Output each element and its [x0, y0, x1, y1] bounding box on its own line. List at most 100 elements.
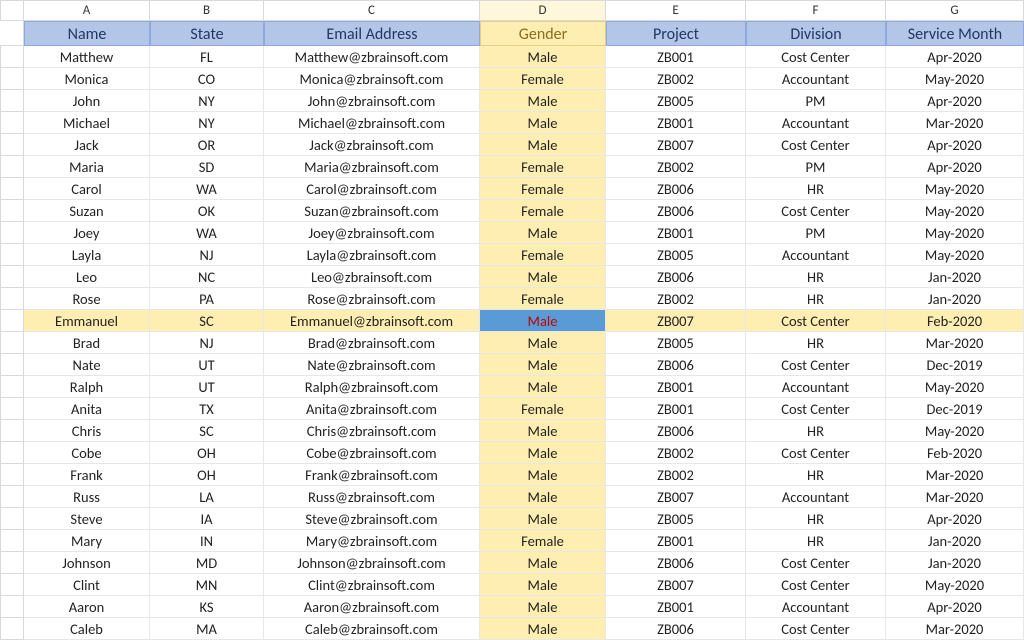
- cell-project[interactable]: ZB002: [606, 156, 746, 178]
- cell-project[interactable]: ZB001: [606, 596, 746, 618]
- cell-name[interactable]: Suzan: [24, 200, 150, 222]
- cell-division[interactable]: HR: [746, 288, 886, 310]
- cell-gender[interactable]: Male: [480, 134, 606, 156]
- cell-state[interactable]: NY: [150, 112, 264, 134]
- cell-name[interactable]: Caleb: [24, 618, 150, 640]
- cell-state[interactable]: OR: [150, 134, 264, 156]
- cell-month[interactable]: Jan-2020: [886, 530, 1024, 552]
- cell-email[interactable]: Carol@zbrainsoft.com: [264, 178, 480, 200]
- cell-project[interactable]: ZB001: [606, 376, 746, 398]
- corner-cell[interactable]: [0, 1, 24, 21]
- cell-name[interactable]: Ralph: [24, 376, 150, 398]
- cell-division[interactable]: Accountant: [746, 376, 886, 398]
- cell-state[interactable]: OK: [150, 200, 264, 222]
- cell-email[interactable]: Anita@zbrainsoft.com: [264, 398, 480, 420]
- cell-division[interactable]: PM: [746, 156, 886, 178]
- cell-project[interactable]: ZB006: [606, 618, 746, 640]
- cell-month[interactable]: Mar-2020: [886, 464, 1024, 486]
- col-label-G[interactable]: G: [886, 1, 1024, 21]
- row-gutter[interactable]: [0, 288, 24, 310]
- cell-project[interactable]: ZB002: [606, 464, 746, 486]
- row-gutter[interactable]: [0, 222, 24, 244]
- cell-gender[interactable]: Male: [480, 266, 606, 288]
- cell-gender[interactable]: Female: [480, 200, 606, 222]
- col-label-F[interactable]: F: [746, 1, 886, 21]
- cell-state[interactable]: MD: [150, 552, 264, 574]
- cell-gender[interactable]: Male: [480, 552, 606, 574]
- cell-project[interactable]: ZB006: [606, 178, 746, 200]
- cell-state[interactable]: UT: [150, 376, 264, 398]
- cell-gender[interactable]: Female: [480, 244, 606, 266]
- cell-division[interactable]: HR: [746, 178, 886, 200]
- cell-email[interactable]: Cobe@zbrainsoft.com: [264, 442, 480, 464]
- cell-project[interactable]: ZB005: [606, 244, 746, 266]
- cell-email[interactable]: Emmanuel@zbrainsoft.com: [264, 310, 480, 332]
- cell-division[interactable]: Cost Center: [746, 310, 886, 332]
- cell-state[interactable]: SC: [150, 310, 264, 332]
- cell-email[interactable]: Caleb@zbrainsoft.com: [264, 618, 480, 640]
- cell-division[interactable]: Cost Center: [746, 552, 886, 574]
- cell-division[interactable]: Accountant: [746, 244, 886, 266]
- cell-division[interactable]: HR: [746, 332, 886, 354]
- cell-project[interactable]: ZB007: [606, 134, 746, 156]
- cell-month[interactable]: Jan-2020: [886, 552, 1024, 574]
- cell-gender[interactable]: Male: [480, 332, 606, 354]
- cell-month[interactable]: May-2020: [886, 68, 1024, 90]
- cell-division[interactable]: Accountant: [746, 596, 886, 618]
- cell-name[interactable]: Matthew: [24, 46, 150, 68]
- cell-name[interactable]: Rose: [24, 288, 150, 310]
- cell-state[interactable]: TX: [150, 398, 264, 420]
- cell-gender[interactable]: Female: [480, 68, 606, 90]
- row-gutter-header[interactable]: [0, 21, 24, 46]
- cell-name[interactable]: Layla: [24, 244, 150, 266]
- cell-state[interactable]: MN: [150, 574, 264, 596]
- cell-email[interactable]: Johnson@zbrainsoft.com: [264, 552, 480, 574]
- cell-state[interactable]: PA: [150, 288, 264, 310]
- cell-name[interactable]: Jack: [24, 134, 150, 156]
- cell-email[interactable]: Leo@zbrainsoft.com: [264, 266, 480, 288]
- col-label-A[interactable]: A: [24, 1, 150, 21]
- cell-project[interactable]: ZB001: [606, 46, 746, 68]
- cell-month[interactable]: May-2020: [886, 244, 1024, 266]
- cell-project[interactable]: ZB001: [606, 398, 746, 420]
- cell-name[interactable]: Brad: [24, 332, 150, 354]
- cell-state[interactable]: LA: [150, 486, 264, 508]
- cell-project[interactable]: ZB001: [606, 112, 746, 134]
- cell-gender[interactable]: Female: [480, 156, 606, 178]
- cell-project[interactable]: ZB006: [606, 420, 746, 442]
- header-email[interactable]: Email Address: [264, 21, 480, 46]
- cell-email[interactable]: Nate@zbrainsoft.com: [264, 354, 480, 376]
- cell-gender[interactable]: Female: [480, 178, 606, 200]
- cell-name[interactable]: Clint: [24, 574, 150, 596]
- cell-state[interactable]: NJ: [150, 244, 264, 266]
- row-gutter[interactable]: [0, 530, 24, 552]
- cell-email[interactable]: Matthew@zbrainsoft.com: [264, 46, 480, 68]
- cell-email[interactable]: Frank@zbrainsoft.com: [264, 464, 480, 486]
- cell-email[interactable]: Jack@zbrainsoft.com: [264, 134, 480, 156]
- cell-gender[interactable]: Male: [480, 596, 606, 618]
- cell-name[interactable]: Maria: [24, 156, 150, 178]
- cell-state[interactable]: OH: [150, 464, 264, 486]
- row-gutter[interactable]: [0, 508, 24, 530]
- cell-gender[interactable]: Female: [480, 398, 606, 420]
- row-gutter[interactable]: [0, 156, 24, 178]
- cell-name[interactable]: John: [24, 90, 150, 112]
- cell-month[interactable]: May-2020: [886, 222, 1024, 244]
- cell-state[interactable]: NY: [150, 90, 264, 112]
- cell-month[interactable]: May-2020: [886, 376, 1024, 398]
- cell-gender[interactable]: Male: [480, 574, 606, 596]
- cell-project[interactable]: ZB007: [606, 486, 746, 508]
- cell-gender[interactable]: Male: [480, 464, 606, 486]
- cell-email[interactable]: Aaron@zbrainsoft.com: [264, 596, 480, 618]
- cell-email[interactable]: Chris@zbrainsoft.com: [264, 420, 480, 442]
- cell-project[interactable]: ZB006: [606, 552, 746, 574]
- row-gutter[interactable]: [0, 376, 24, 398]
- cell-month[interactable]: Apr-2020: [886, 134, 1024, 156]
- row-gutter[interactable]: [0, 244, 24, 266]
- cell-division[interactable]: HR: [746, 508, 886, 530]
- row-gutter[interactable]: [0, 420, 24, 442]
- cell-email[interactable]: Mary@zbrainsoft.com: [264, 530, 480, 552]
- cell-gender[interactable]: Male: [480, 376, 606, 398]
- row-gutter[interactable]: [0, 486, 24, 508]
- cell-division[interactable]: Cost Center: [746, 574, 886, 596]
